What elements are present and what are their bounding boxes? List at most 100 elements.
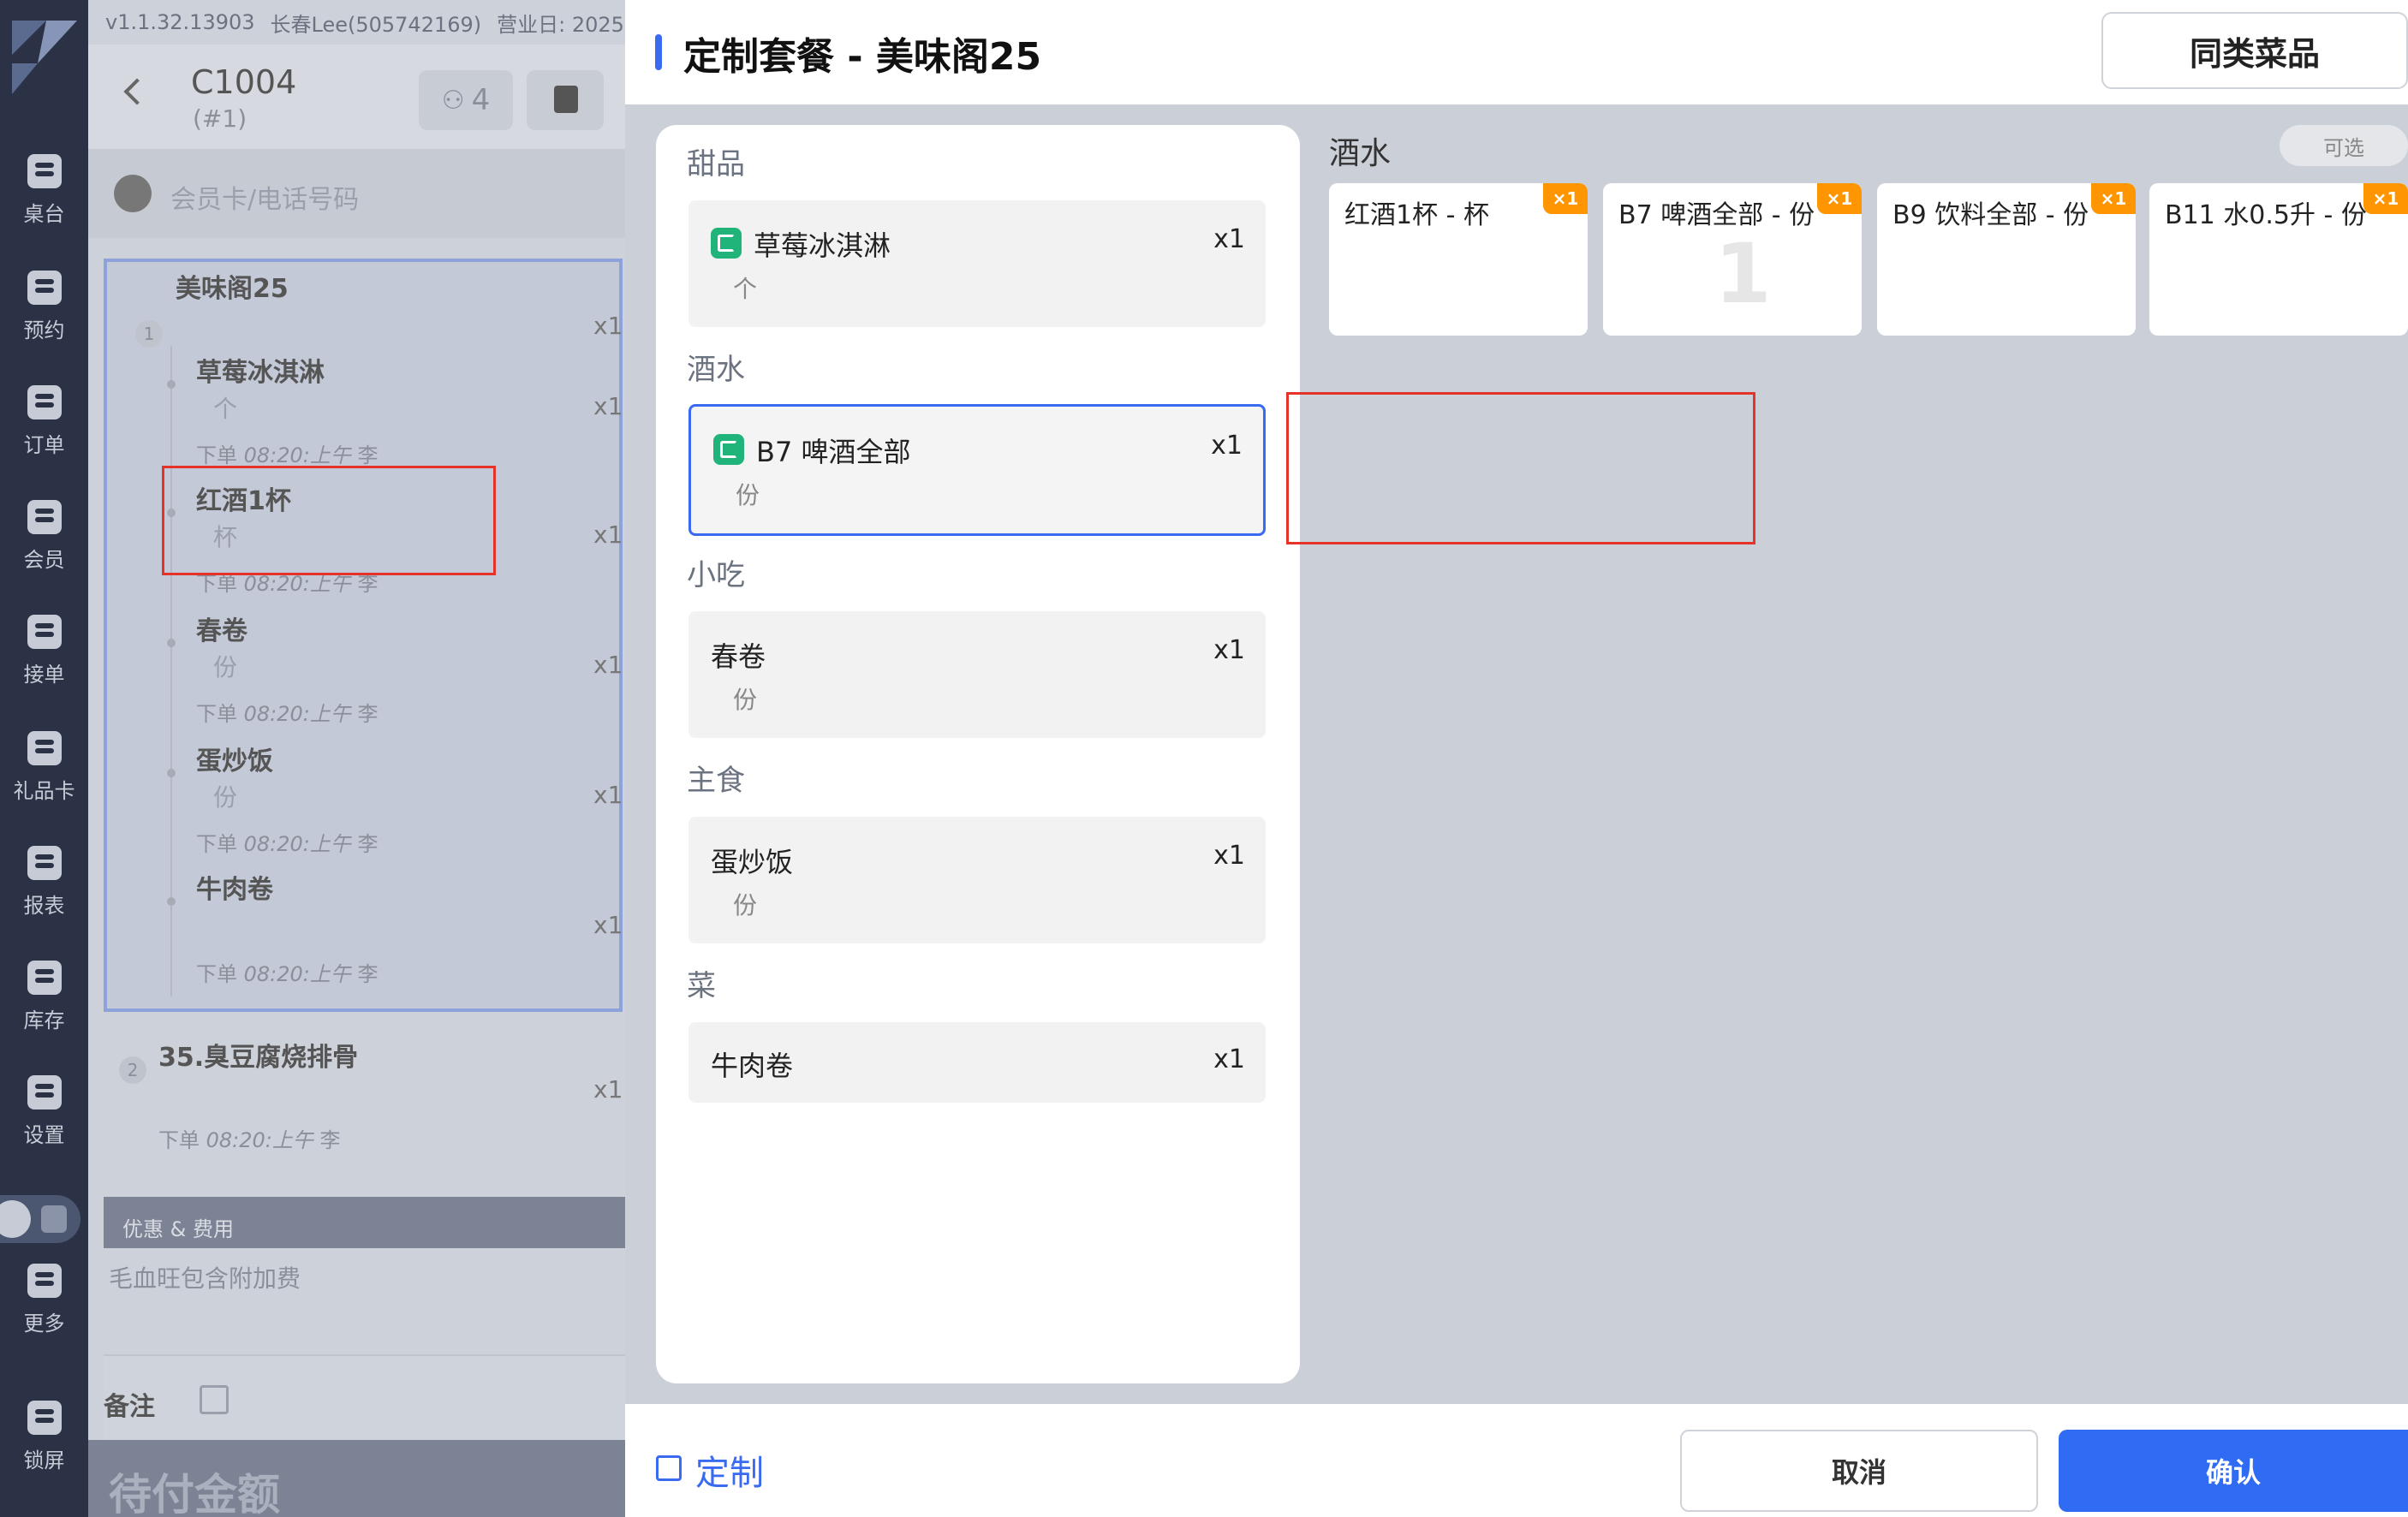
- order-item-qty: x1: [593, 392, 623, 420]
- inventory-icon: [27, 961, 62, 995]
- option-card[interactable]: 红酒1杯 - 杯 ×1: [1329, 183, 1588, 336]
- confirm-button[interactable]: 确认: [2059, 1430, 2408, 1512]
- member-icon: [114, 175, 152, 212]
- left-nav-rail: 桌台预约订单会员接单礼品卡报表库存设置更多锁屏: [0, 0, 88, 1517]
- view-toggle[interactable]: [0, 1195, 80, 1243]
- combo-item-selected[interactable]: [104, 259, 623, 1012]
- order-item-qty: x1: [593, 1075, 623, 1104]
- rail-item-label: 更多: [23, 1312, 65, 1336]
- lock-icon: [27, 1401, 62, 1435]
- order-header: C1004 (#1) ⚇ 4: [88, 45, 625, 149]
- list-view-icon: [41, 1205, 67, 1233]
- rail-item-5[interactable]: 接单: [0, 615, 88, 709]
- category-item-qty: x1: [1211, 431, 1243, 461]
- item-type-icon: [713, 434, 744, 465]
- rail-item-label: 接单: [23, 663, 65, 687]
- member-search[interactable]: 会员卡/电话号码: [88, 149, 625, 238]
- order-item-name: 牛肉卷: [196, 875, 273, 905]
- rail-item-label: 预约: [23, 318, 65, 342]
- category-item-selected[interactable]: B7 啤酒全部 份 x1: [688, 404, 1266, 536]
- category-item-unit: 个: [733, 275, 758, 303]
- rail-item-label: 会员: [23, 548, 65, 572]
- dialog-title: 定制套餐 - 美味阁25: [683, 35, 1042, 79]
- option-selected-count: 1: [1714, 226, 1772, 322]
- row-index: 2: [119, 1056, 146, 1084]
- report-icon: [27, 846, 62, 880]
- category-item-name: 牛肉卷: [711, 1050, 794, 1082]
- gift-card-icon: [27, 731, 62, 765]
- option-card[interactable]: B9 饮料全部 - 份 ×1: [1877, 183, 2136, 336]
- bag-icon[interactable]: [527, 70, 604, 130]
- category-item-name: 春卷: [711, 640, 766, 673]
- category-item-unit: 份: [736, 481, 760, 509]
- tree-dot: [167, 897, 176, 906]
- rail-item-2[interactable]: 预约: [0, 271, 88, 365]
- title-accent: [655, 34, 662, 70]
- fees-header: 优惠 & 费用: [104, 1197, 625, 1248]
- rail-item-4[interactable]: 会员: [0, 500, 88, 594]
- table-icon: [27, 154, 62, 188]
- option-qty-badge: ×1: [1543, 183, 1588, 214]
- rail-item-11[interactable]: 锁屏: [0, 1401, 88, 1495]
- more-icon: [27, 1264, 62, 1298]
- edit-icon[interactable]: [200, 1385, 229, 1414]
- category-item-unit: 份: [733, 686, 758, 714]
- category-item[interactable]: 牛肉卷 x1: [688, 1022, 1266, 1103]
- similar-dishes-button[interactable]: 同类菜品: [2101, 12, 2408, 89]
- dialog-header: 定制套餐 - 美味阁25 同类菜品: [625, 0, 2408, 104]
- combo-name: 美味阁25: [176, 274, 289, 304]
- rail-item-10[interactable]: 更多: [0, 1264, 88, 1358]
- option-qty-badge: ×1: [2363, 183, 2408, 214]
- option-card-selected[interactable]: B7 啤酒全部 - 份 ×1 1: [1603, 183, 1862, 336]
- version-text: v1.1.32.13903: [105, 10, 255, 34]
- cancel-button[interactable]: 取消: [1680, 1430, 2038, 1512]
- customize-combo-dialog: 定制套餐 - 美味阁25 同类菜品 甜品 草莓冰淇淋 个 x1 酒水 B7 啤酒…: [625, 0, 2408, 1517]
- business-day-text: 营业日: 2025: [497, 12, 624, 37]
- member-icon: [27, 500, 62, 534]
- option-card[interactable]: B11 水0.5升 - 份 ×1: [2149, 183, 2408, 336]
- status-bar: v1.1.32.13903 长春Lee(505742169) 营业日: 2025: [88, 0, 625, 45]
- accept-order-icon: [27, 615, 62, 649]
- combo-qty: x1: [593, 312, 623, 340]
- member-input-placeholder: 会员卡/电话号码: [170, 185, 360, 215]
- category-item[interactable]: 草莓冰淇淋 个 x1: [688, 200, 1266, 327]
- back-icon[interactable]: [123, 78, 151, 105]
- options-title: 酒水: [1329, 136, 1392, 171]
- option-qty-badge: ×1: [2091, 183, 2136, 214]
- dialog-footer: 定制 取消 确认: [625, 1404, 2408, 1517]
- rail-item-label: 礼品卡: [13, 779, 75, 803]
- category-item-unit: 份: [733, 891, 758, 919]
- optional-badge: 可选: [2280, 125, 2408, 166]
- tree-dot: [167, 639, 176, 647]
- category-item-name: 蛋炒饭: [711, 846, 794, 878]
- customize-link[interactable]: 定制: [695, 1445, 764, 1495]
- category-title: 酒水: [687, 353, 745, 387]
- rail-item-1[interactable]: 桌台: [0, 154, 88, 248]
- customize-icon: [656, 1455, 682, 1481]
- order-item-meta: 下单 08:20:上午 李: [196, 443, 378, 467]
- guest-count-button[interactable]: ⚇ 4: [419, 70, 513, 130]
- rail-item-6[interactable]: 礼品卡: [0, 731, 88, 825]
- rail-item-9[interactable]: 设置: [0, 1075, 88, 1169]
- rail-item-7[interactable]: 报表: [0, 846, 88, 940]
- order-item-name[interactable]: 35.臭豆腐烧排骨: [158, 1036, 358, 1074]
- notes-row[interactable]: 备注: [104, 1354, 625, 1440]
- category-title: 菜: [687, 969, 716, 1003]
- category-item[interactable]: 春卷 份 x1: [688, 611, 1266, 738]
- category-list: 甜品 草莓冰淇淋 个 x1 酒水 B7 啤酒全部 份 x1 小吃 春卷 份 x1…: [656, 125, 1300, 1383]
- category-title: 甜品: [687, 147, 745, 181]
- rail-item-label: 报表: [23, 894, 65, 918]
- option-qty-badge: ×1: [1817, 183, 1862, 214]
- category-item-qty: x1: [1213, 635, 1245, 665]
- app-logo-icon: [12, 21, 77, 94]
- category-item[interactable]: 蛋炒饭 份 x1: [688, 817, 1266, 943]
- highlight-box: [162, 466, 496, 575]
- order-item-meta: 下单 08:20:上午 李: [196, 832, 378, 856]
- order-item-name: 春卷: [196, 616, 247, 646]
- order-item-qty: x1: [593, 781, 623, 809]
- rail-item-8[interactable]: 库存: [0, 961, 88, 1055]
- order-icon: [27, 385, 62, 419]
- category-item-name: 草莓冰淇淋: [754, 229, 891, 262]
- rail-item-3[interactable]: 订单: [0, 385, 88, 479]
- app-window: 桌台预约订单会员接单礼品卡报表库存设置更多锁屏 v1.1.32.13903 长春…: [0, 0, 2408, 1517]
